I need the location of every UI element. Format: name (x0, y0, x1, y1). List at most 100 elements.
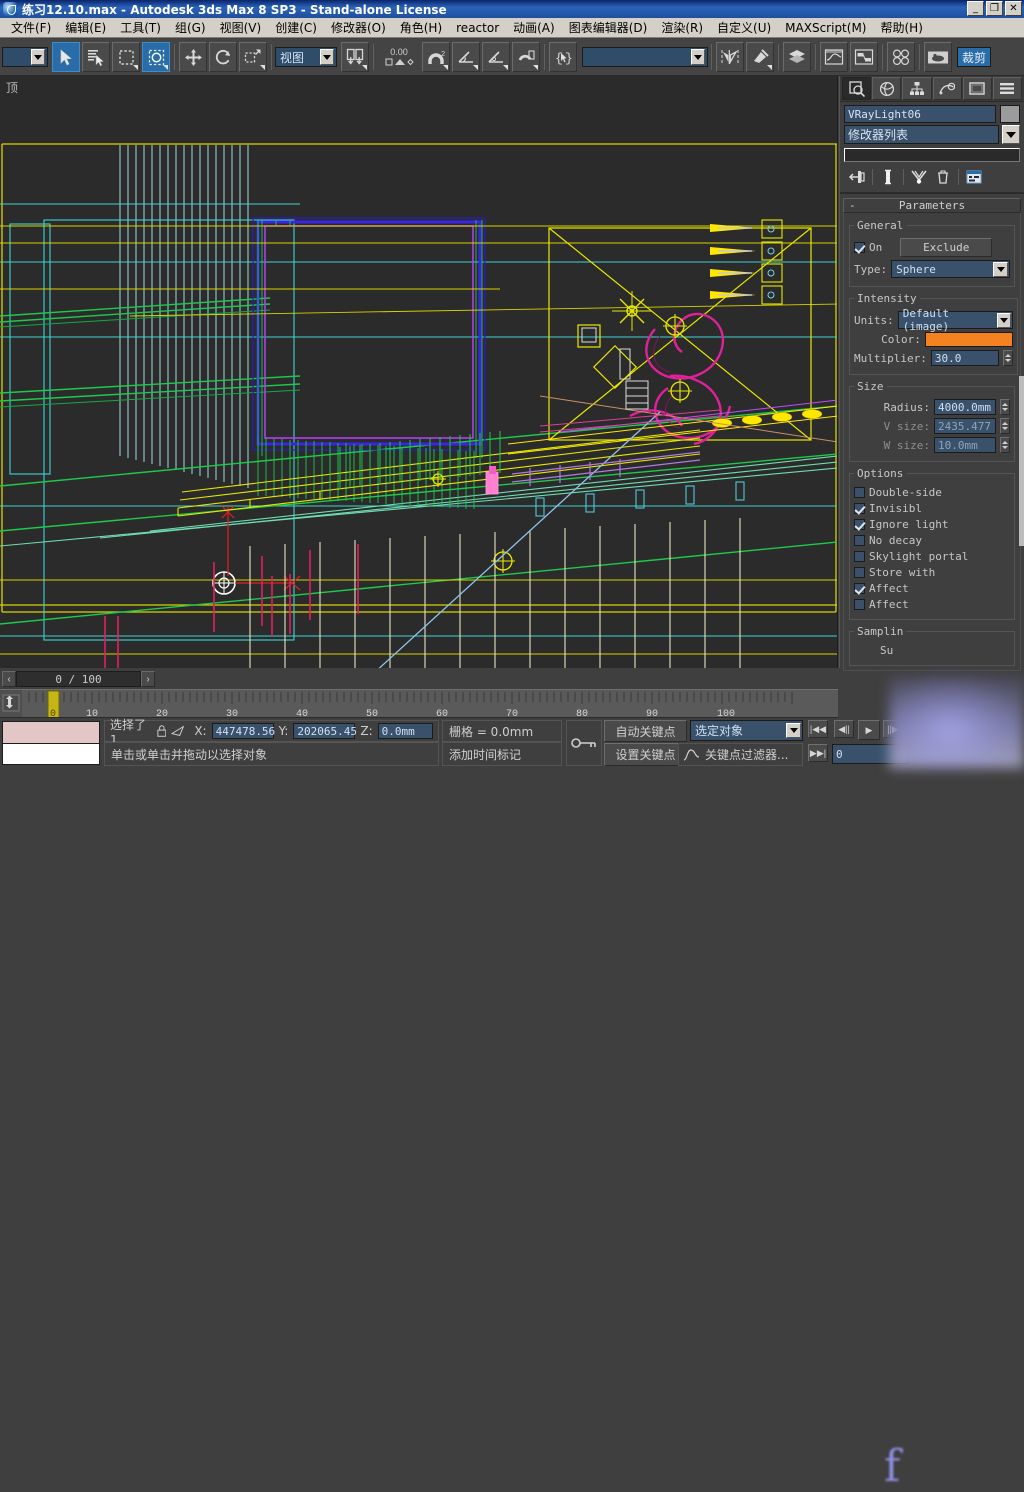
show-end-result-button[interactable] (877, 167, 899, 187)
edit-named-selection-sets-button[interactable]: { } (549, 42, 577, 72)
snaps-toggle-button[interactable]: 2 (422, 42, 450, 72)
maxscript-mini-listener[interactable] (2, 721, 100, 765)
angle-snap-field[interactable]: 0.00 (377, 45, 421, 69)
menu-item-animation[interactable]: 动画(A) (506, 17, 562, 38)
object-color-swatch[interactable] (1000, 105, 1020, 123)
menu-item-file[interactable]: 文件(F) (4, 17, 58, 38)
align-button[interactable] (746, 42, 774, 72)
rollout-collapse-icon[interactable]: - (849, 202, 856, 210)
multiplier-spinner[interactable] (1003, 350, 1013, 366)
key-filters-panel[interactable]: 关键点过滤器... (678, 743, 803, 766)
reference-coordinate-system-combo[interactable]: 视图 (275, 47, 337, 67)
time-slider-next-button[interactable]: › (141, 671, 155, 687)
modifier-stack-list[interactable] (844, 148, 1020, 162)
angle-snap-toggle-button[interactable] (452, 42, 480, 72)
menu-item-help[interactable]: 帮助(H) (873, 17, 929, 38)
window-crossing-toggle[interactable] (142, 42, 170, 72)
radius-field[interactable]: 4000.0mm (934, 399, 996, 415)
light-type-combo[interactable]: Sphere (891, 260, 1010, 278)
x-coordinate-field[interactable]: 447478.56 (212, 723, 274, 739)
no-decay-checkbox[interactable] (854, 535, 865, 546)
undo-history-combo[interactable] (2, 47, 48, 67)
menu-item-modifiers[interactable]: 修改器(O) (324, 17, 393, 38)
key-mode-combo[interactable]: 选定对象 (690, 720, 803, 741)
pin-stack-button[interactable] (846, 167, 868, 187)
multiplier-field[interactable]: 30.0 (931, 350, 999, 366)
use-pivot-center-button[interactable] (341, 42, 369, 72)
track-bar[interactable]: 10 20 30 40 50 60 70 80 90 100 0 (0, 689, 838, 718)
chevron-down-icon-2[interactable] (320, 49, 334, 65)
go-to-end-button[interactable]: ▶▶| (808, 744, 828, 762)
time-tag-panel[interactable]: 添加时间标记 (442, 742, 562, 766)
z-coordinate-field[interactable]: 0.0mm (378, 723, 433, 739)
modifier-list-combo[interactable]: 修改器列表 (844, 125, 999, 144)
previous-frame-button[interactable]: ◀|| (834, 720, 854, 738)
skylight-portal-checkbox[interactable] (854, 551, 865, 562)
minimize-button[interactable]: _ (967, 1, 984, 16)
render-scene-button[interactable] (924, 42, 952, 72)
tab-hierarchy[interactable] (902, 77, 931, 100)
spinner-snap-toggle-button[interactable] (512, 42, 540, 72)
mirror-button[interactable] (716, 42, 744, 72)
light-color-swatch[interactable] (925, 332, 1013, 347)
menu-item-customize[interactable]: 自定义(U) (710, 17, 778, 38)
current-frame-display[interactable]: 0 / 100 (16, 671, 141, 687)
named-selection-sets-combo[interactable] (582, 47, 708, 67)
tab-modify[interactable] (872, 77, 901, 100)
transform-type-in-icon[interactable] (171, 724, 185, 738)
tab-motion[interactable] (933, 77, 962, 100)
select-and-scale-button[interactable] (239, 42, 267, 72)
units-combo[interactable]: Default (image) (898, 311, 1013, 329)
double-side-checkbox[interactable] (854, 487, 865, 498)
chevron-down-icon[interactable] (31, 49, 45, 65)
ignore-light-checkbox[interactable] (854, 519, 865, 530)
tab-create[interactable] (842, 77, 871, 100)
play-animation-button[interactable]: ▶ (858, 720, 880, 740)
go-to-start-button[interactable]: |◀◀ (808, 720, 828, 738)
invisible-checkbox[interactable] (854, 503, 865, 514)
curve-editor-button[interactable] (820, 42, 848, 72)
exclude-button[interactable]: Exclude (900, 238, 992, 257)
menu-item-reactor[interactable]: reactor (449, 19, 506, 37)
percent-snap-toggle-button[interactable] (482, 42, 510, 72)
select-by-name-button[interactable] (82, 42, 110, 72)
menu-item-views[interactable]: 视图(V) (213, 17, 269, 38)
menu-item-maxscript[interactable]: MAXScript(M) (778, 19, 873, 37)
material-editor-button[interactable] (887, 42, 915, 72)
selection-region-button[interactable] (112, 42, 140, 72)
store-with-checkbox[interactable] (854, 567, 865, 578)
viewport-top[interactable]: 顶 (0, 76, 838, 668)
menu-item-edit[interactable]: 编辑(E) (58, 17, 113, 38)
mini-listener-output[interactable] (3, 722, 99, 744)
affect-specular-checkbox[interactable] (854, 599, 865, 610)
radius-spinner[interactable] (1000, 399, 1010, 415)
layer-manager-button[interactable] (783, 42, 811, 72)
select-and-rotate-button[interactable] (209, 42, 237, 72)
close-button[interactable]: ✕ (1005, 1, 1022, 16)
key-mode-toggle[interactable] (566, 720, 602, 766)
tab-display[interactable] (963, 77, 992, 100)
configure-modifier-sets-button[interactable] (963, 167, 985, 187)
set-key-button[interactable]: 设置关键点 (604, 743, 687, 766)
tab-utilities[interactable] (993, 77, 1022, 100)
auto-key-button[interactable]: 自动关键点 (604, 720, 687, 742)
make-unique-button[interactable] (908, 167, 930, 187)
chevron-down-icon-keymode[interactable] (786, 723, 801, 738)
key-filter-curve-icon[interactable] (683, 747, 701, 762)
chevron-down-icon-units[interactable] (997, 313, 1011, 328)
chevron-down-icon-3[interactable] (691, 49, 705, 65)
command-panel-scrollbar[interactable] (1019, 376, 1024, 546)
chevron-down-icon-modifier[interactable] (1002, 125, 1020, 144)
chevron-down-icon-type[interactable] (993, 262, 1008, 277)
menu-item-tools[interactable]: 工具(T) (113, 17, 168, 38)
crop-mode-label[interactable]: 裁剪 (957, 47, 991, 67)
menu-item-create[interactable]: 创建(C) (268, 17, 324, 38)
menu-item-character[interactable]: 角色(H) (393, 17, 449, 38)
lock-selection-icon[interactable] (157, 724, 167, 738)
schematic-view-button[interactable] (850, 42, 878, 72)
object-name-field[interactable]: VRayLight06 (844, 105, 996, 123)
menu-item-rendering[interactable]: 渲染(R) (654, 17, 710, 38)
maximize-button[interactable]: ❐ (986, 1, 1003, 16)
mini-listener-input[interactable] (3, 744, 99, 765)
on-checkbox[interactable] (854, 242, 865, 253)
